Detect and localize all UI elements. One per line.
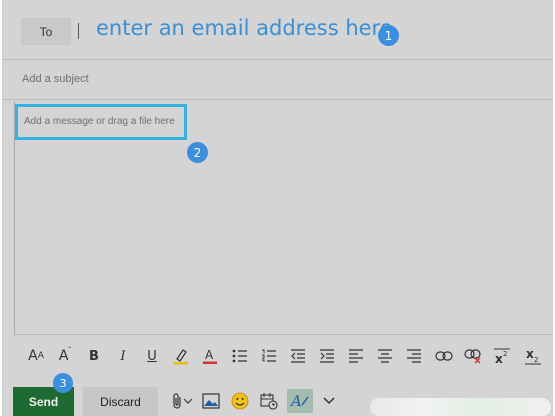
chevron-down-icon[interactable] (181, 391, 195, 411)
subject-input[interactable] (22, 73, 322, 85)
message-input[interactable] (24, 116, 179, 127)
formatting-toolbar: AA Aˆ B I U A x 2 x 2 (2, 341, 553, 371)
font-size-icon[interactable]: AA (24, 345, 48, 367)
to-row: To enter an email address here 1 (2, 0, 553, 60)
bullets-icon[interactable] (228, 345, 252, 367)
to-divider (78, 23, 79, 39)
svg-text:x: x (495, 352, 503, 364)
numbering-icon[interactable] (257, 345, 281, 367)
bold-icon[interactable]: B (82, 345, 106, 367)
compose-pane: To enter an email address here 1 2 AA Aˆ… (2, 0, 553, 416)
highlight-icon[interactable] (169, 345, 193, 367)
subject-row (2, 60, 553, 100)
recipient-hint[interactable]: enter an email address here (96, 16, 393, 40)
align-center-icon[interactable] (373, 345, 397, 367)
editor-icon[interactable]: A (287, 389, 313, 413)
message-highlight (15, 104, 187, 140)
step-badge-1: 1 (378, 25, 399, 46)
emoji-icon[interactable] (230, 391, 250, 411)
increase-indent-icon[interactable] (315, 345, 339, 367)
blurred-footer (370, 398, 551, 416)
svg-text:2: 2 (534, 356, 538, 364)
align-right-icon[interactable] (402, 345, 426, 367)
more-options-chevron-icon[interactable] (319, 391, 339, 411)
to-button[interactable]: To (21, 18, 71, 45)
insert-picture-icon[interactable] (201, 391, 221, 411)
schedule-icon[interactable] (259, 391, 279, 411)
discard-button[interactable]: Discard (83, 387, 158, 416)
svg-text:A: A (205, 348, 214, 362)
remove-link-icon[interactable] (461, 345, 485, 367)
italic-icon[interactable]: I (111, 345, 135, 367)
svg-text:x: x (526, 347, 534, 361)
step-badge-3: 3 (53, 373, 73, 393)
align-left-icon[interactable] (344, 345, 368, 367)
grow-font-icon[interactable]: Aˆ (53, 345, 77, 367)
step-badge-2: 2 (187, 142, 208, 163)
svg-text:2: 2 (503, 350, 507, 358)
underline-icon[interactable]: U (140, 345, 164, 367)
subscript-icon[interactable]: x2 (521, 345, 545, 367)
svg-text:A: A (290, 392, 302, 410)
superscript-icon[interactable]: x2 (490, 345, 514, 367)
link-icon[interactable] (432, 345, 456, 367)
decrease-indent-icon[interactable] (286, 345, 310, 367)
font-color-icon[interactable]: A (198, 345, 222, 367)
